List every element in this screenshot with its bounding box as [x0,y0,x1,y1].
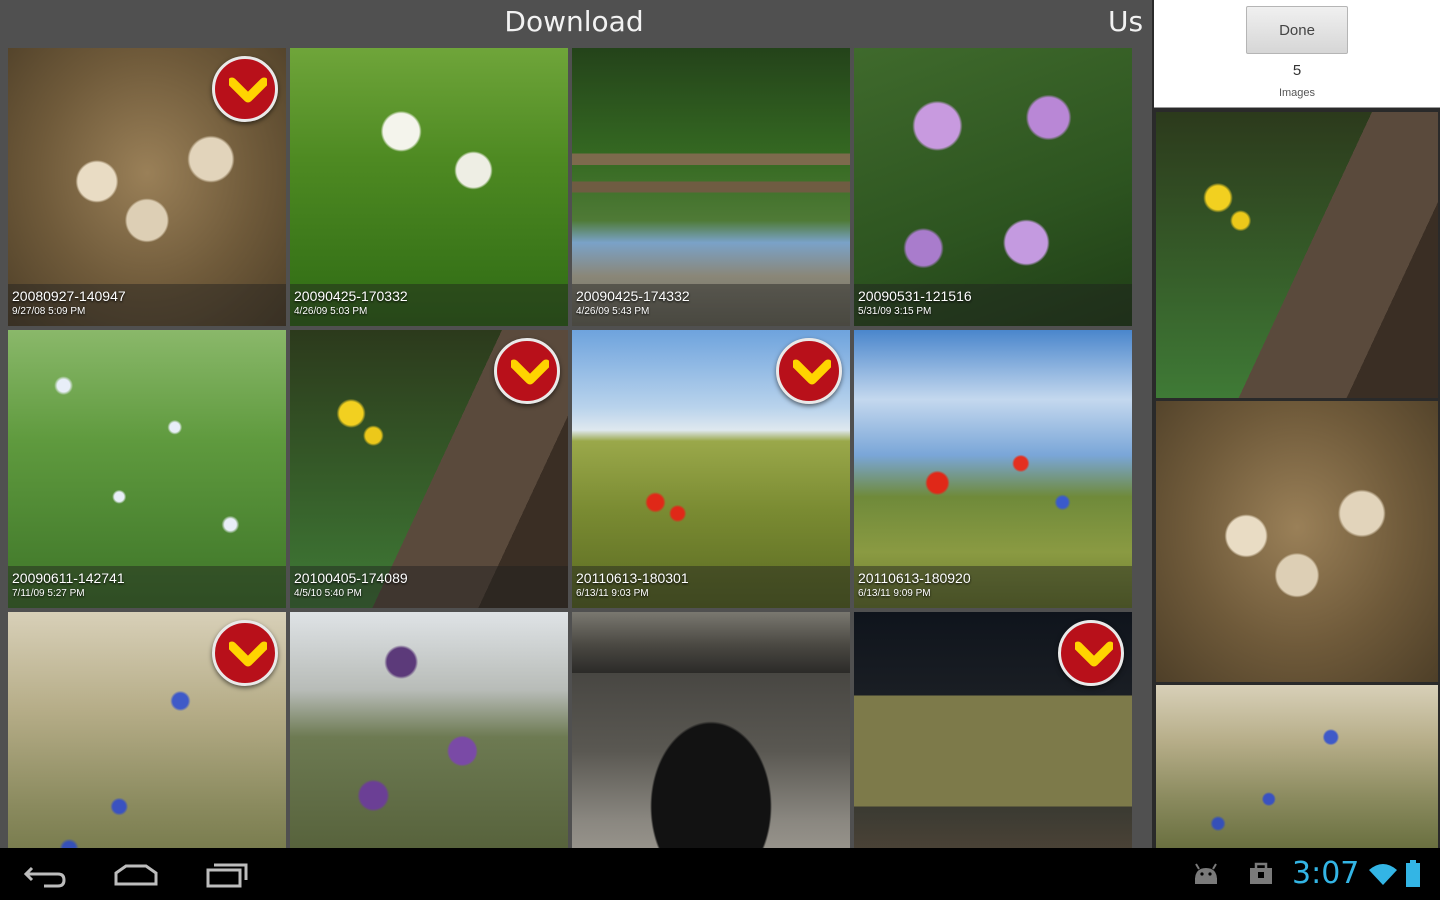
selected-thumbnail[interactable] [1156,401,1438,682]
android-debug-icon [1195,863,1217,884]
photo-tile[interactable] [572,612,850,848]
photo-caption: 20080927-140947 9/27/08 5:09 PM [8,284,286,326]
photo-grid: 20080927-140947 9/27/08 5:09 PM 20090425-1… [8,48,1134,848]
photo-filename: 20090425-174332 [576,288,690,304]
wifi-icon [1369,864,1397,885]
selected-thumbnail[interactable] [1156,685,1438,848]
home-icon [114,864,158,886]
done-button[interactable]: Done [1246,6,1348,54]
photo-tile[interactable]: 20110613-180301 6/13/11 9:03 PM [572,330,850,608]
photo-tile[interactable]: 20090425-174332 4/26/09 5:43 PM [572,48,850,326]
photo-date: 9/27/08 5:09 PM [12,306,86,317]
photo-tile[interactable]: 20110613-180920 6/13/11 9:09 PM [854,330,1132,608]
selected-badge[interactable] [212,620,278,686]
back-icon [23,866,66,888]
photo-caption: 20090531-121516 5/31/09 3:15 PM [854,284,1132,326]
page-title: Download [504,5,644,38]
system-navigation-bar: 3:07 [0,848,1440,900]
photo-filename: 20110613-180301 [576,570,689,586]
chevron-down-icon [511,359,549,385]
photo-date: 4/5/10 5:40 PM [294,588,362,599]
photo-date: 7/11/09 5:27 PM [12,588,85,599]
photo-caption: 20110613-180301 6/13/11 9:03 PM [572,566,850,608]
chevron-down-icon [229,641,267,667]
photo-filename: 20090531-121516 [858,288,972,304]
photo-thumbnail [1156,112,1438,398]
photo-tile[interactable]: 20090531-121516 5/31/09 3:15 PM [854,48,1132,326]
photo-date: 4/26/09 5:03 PM [294,306,368,317]
photo-tile[interactable]: 20100405-174089 4/5/10 5:40 PM [290,330,568,608]
photo-date: 5/31/09 3:15 PM [858,306,932,317]
selected-badge[interactable] [1058,620,1124,686]
selected-badge[interactable] [494,338,560,404]
photo-filename: 20080927-140947 [12,288,126,304]
photo-date: 6/13/11 9:03 PM [576,588,649,599]
photo-date: 6/13/11 9:09 PM [858,588,931,599]
selected-count: 5 [1292,62,1302,79]
action-bar: Download Us [0,0,1152,46]
photo-filename: 20090425-170332 [294,288,408,304]
done-panel: Done 5 Images [1154,0,1440,108]
chevron-down-icon [229,77,267,103]
photo-tile[interactable]: 20090425-170332 4/26/09 5:03 PM [290,48,568,326]
photo-caption: 20100405-174089 4/5/10 5:40 PM [290,566,568,608]
selected-badge[interactable] [212,56,278,122]
download-panel: Download Us 20080927-140947 9/27/08 5:09 … [0,0,1152,848]
photo-thumbnail [572,612,850,848]
photo-caption: 20090611-142741 7/11/09 5:27 PM [8,566,286,608]
photo-date: 4/26/09 5:43 PM [576,306,650,317]
photo-caption: 20110613-180920 6/13/11 9:09 PM [854,566,1132,608]
photo-tile[interactable] [854,612,1132,848]
photo-tile[interactable] [290,612,568,848]
clock: 3:07 [1292,856,1360,891]
photo-filename: 20090611-142741 [12,570,125,586]
photo-thumbnail [1156,401,1438,682]
photo-tile[interactable]: 20080927-140947 9/27/08 5:09 PM [8,48,286,326]
photo-thumbnail [1156,685,1438,848]
app-root: Download Us 20080927-140947 9/27/08 5:09 … [0,0,1440,900]
battery-icon [1406,860,1420,887]
back-button[interactable] [14,856,78,892]
shopping-bag-icon [1250,862,1272,884]
photo-tile[interactable] [8,612,286,848]
selection-panel: Done 5 Images [1152,0,1440,848]
photo-caption: 20090425-174332 4/26/09 5:43 PM [572,284,850,326]
next-page-title-peek[interactable]: Us [1108,4,1143,40]
home-button[interactable] [104,856,168,892]
selected-badge[interactable] [776,338,842,404]
chevron-down-icon [1075,641,1113,667]
photo-filename: 20100405-174089 [294,570,408,586]
photo-caption: 20090425-170332 4/26/09 5:03 PM [290,284,568,326]
chevron-down-icon [793,359,831,385]
photo-tile[interactable]: 20090611-142741 7/11/09 5:27 PM [8,330,286,608]
selected-thumbnail[interactable] [1156,112,1438,398]
recent-apps-button[interactable] [194,856,258,892]
selected-count-label: Images [1278,87,1316,99]
recent-apps-icon [206,863,248,888]
photo-filename: 20110613-180920 [858,570,971,586]
photo-thumbnail [290,612,568,848]
